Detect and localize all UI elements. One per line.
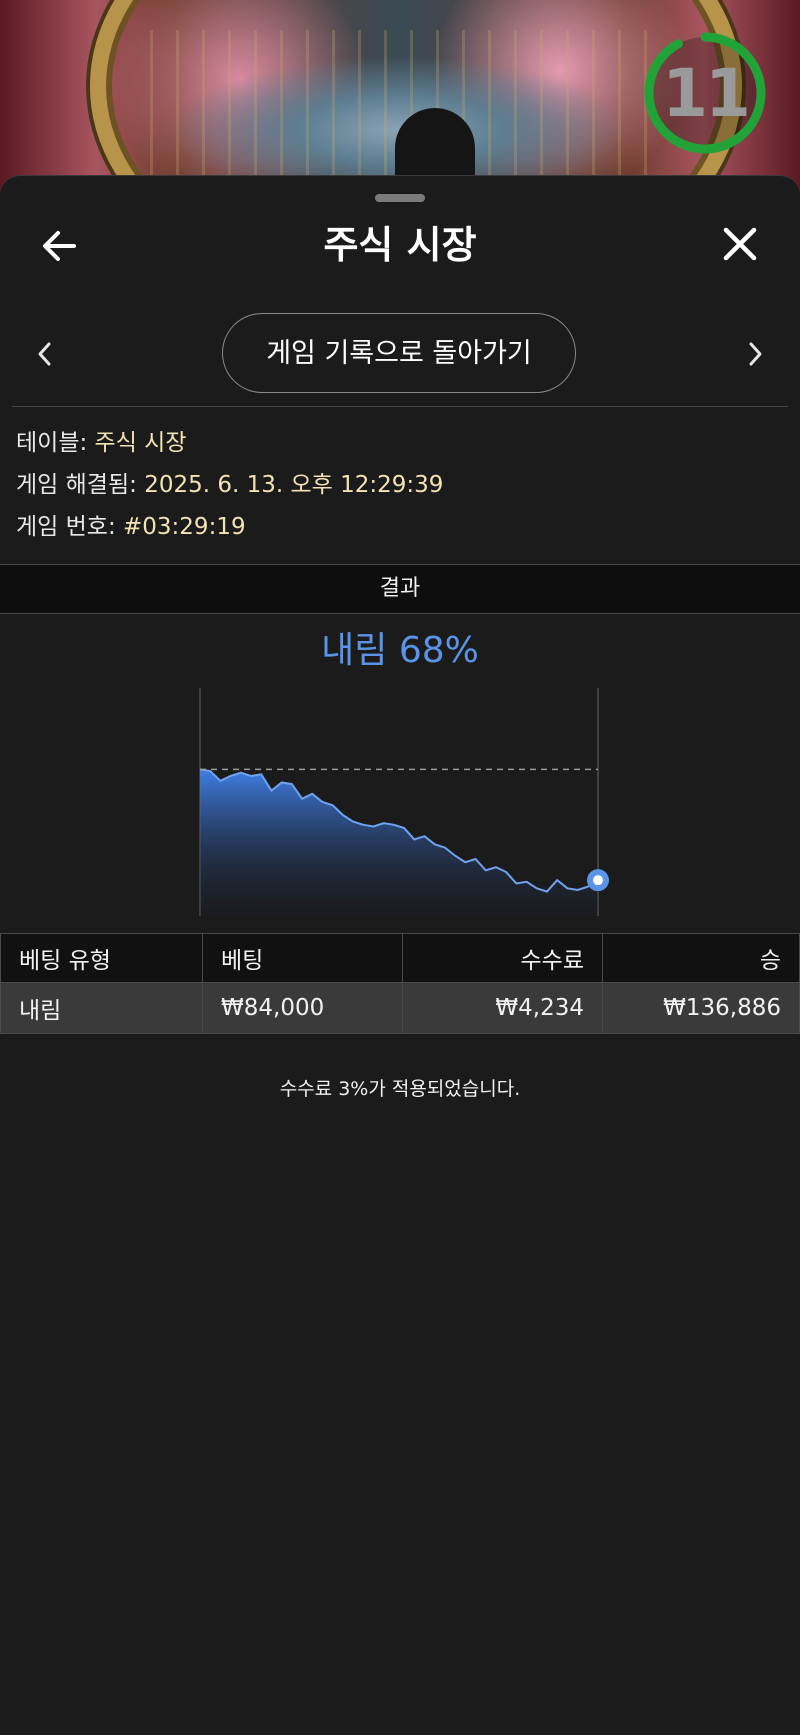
fee-notice: 수수료 3%가 적용되었습니다. xyxy=(279,1078,521,1100)
arrow-left-icon xyxy=(43,231,76,261)
result-outcome: 내림 68% xyxy=(321,630,479,671)
info-resolved: 게임 해결됨: 2025. 6. 13. 오후 12:29:39 xyxy=(16,469,443,501)
info-resolved-label: 게임 해결됨: xyxy=(16,472,137,498)
close-icon xyxy=(723,227,757,261)
cell-bet-type: 내림 xyxy=(0,982,203,1034)
header-bet-type: 베팅 유형 xyxy=(0,933,203,983)
bets-table-header-row: 베팅 유형 베팅 수수료 승 xyxy=(0,933,800,983)
next-game-button[interactable] xyxy=(740,334,770,374)
header-fee: 수수료 xyxy=(402,933,603,983)
cell-fee: ₩4,234 xyxy=(402,982,603,1034)
chart-area xyxy=(200,769,598,916)
info-table: 테이블: 주식 시장 xyxy=(16,427,187,459)
info-game-number: 게임 번호: #03:29:19 xyxy=(16,511,246,543)
info-game-number-value: #03:29:19 xyxy=(123,514,246,540)
page-title: 주식 시장 xyxy=(323,223,477,267)
section-divider xyxy=(12,406,788,407)
sheet-drag-handle[interactable] xyxy=(375,194,425,202)
info-game-number-label: 게임 번호: xyxy=(16,514,116,540)
back-button[interactable] xyxy=(38,224,82,268)
countdown-timer: 11 xyxy=(642,30,768,156)
close-button[interactable] xyxy=(718,222,762,266)
timer-seconds: 11 xyxy=(662,54,751,132)
info-resolved-value: 2025. 6. 13. 오후 12:29:39 xyxy=(144,472,444,498)
info-table-value: 주식 시장 xyxy=(94,430,187,456)
header-win: 승 xyxy=(602,933,800,983)
chevron-left-icon xyxy=(38,342,51,366)
cell-win: ₩136,886 xyxy=(602,982,800,1034)
table-row: 내림 ₩84,000 ₩4,234 ₩136,886 xyxy=(0,982,800,1034)
info-table-label: 테이블: xyxy=(16,430,88,456)
bets-table: 베팅 유형 베팅 수수료 승 내림 ₩84,000 ₩4,234 ₩136,88… xyxy=(0,933,800,1034)
chevron-right-icon xyxy=(749,342,762,366)
result-section-header: 결과 xyxy=(0,564,800,614)
header-bet: 베팅 xyxy=(202,933,403,983)
chart-end-point-center xyxy=(593,875,603,886)
price-chart xyxy=(199,688,609,916)
cell-bet-amount: ₩84,000 xyxy=(202,982,403,1034)
back-to-history-button[interactable]: 게임 기록으로 돌아가기 xyxy=(222,313,576,393)
previous-game-button[interactable] xyxy=(30,334,60,374)
